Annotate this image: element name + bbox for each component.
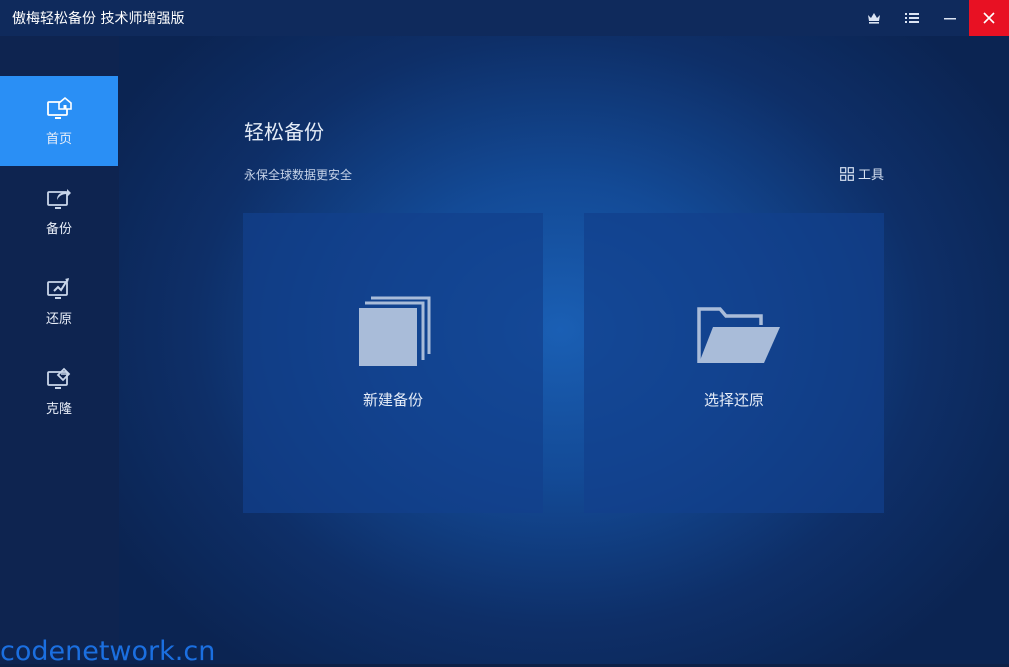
tools-label: 工具 xyxy=(858,168,885,183)
new-backup-card[interactable]: 新建备份 xyxy=(243,213,543,513)
minimize-icon xyxy=(944,18,956,20)
clone-monitor-icon xyxy=(47,367,71,389)
watermark-text: codenetwork.cn xyxy=(0,636,216,667)
app-window: 傲梅轻松备份 技术师增强版 首页 备份 还原 克隆 轻松备份 永保全球数据更安全… xyxy=(0,0,1009,667)
close-button[interactable] xyxy=(969,0,1009,36)
page-title: 轻松备份 xyxy=(244,120,324,144)
tools-button[interactable]: 工具 xyxy=(840,164,884,183)
page-subtitle: 永保全球数据更安全 xyxy=(244,168,353,182)
minimize-button[interactable] xyxy=(931,0,969,36)
sidebar-item-label: 克隆 xyxy=(45,401,72,417)
sidebar-item-label: 首页 xyxy=(45,131,72,147)
menu-list-icon xyxy=(905,13,919,23)
menu-button[interactable] xyxy=(893,0,931,36)
crown-icon xyxy=(868,13,880,24)
close-icon xyxy=(983,12,995,24)
new-backup-label: 新建备份 xyxy=(362,391,423,409)
folder-open-icon xyxy=(697,307,780,363)
select-restore-card[interactable]: 选择还原 xyxy=(584,213,884,513)
upgrade-button[interactable] xyxy=(855,0,893,36)
sidebar: 首页 备份 还原 克隆 xyxy=(0,36,119,664)
sidebar-item-backup[interactable]: 备份 xyxy=(0,166,118,256)
sidebar-item-label: 备份 xyxy=(45,221,72,237)
select-restore-label: 选择还原 xyxy=(703,391,764,409)
new-backup-icon xyxy=(359,296,431,366)
sidebar-item-label: 还原 xyxy=(45,311,72,327)
title-bar: 傲梅轻松备份 技术师增强版 xyxy=(0,0,1009,36)
backup-monitor-icon xyxy=(47,188,71,209)
sidebar-item-clone[interactable]: 克隆 xyxy=(0,346,118,436)
restore-monitor-icon xyxy=(47,277,69,299)
app-title: 傲梅轻松备份 技术师增强版 xyxy=(12,11,185,27)
home-monitor-icon xyxy=(47,96,72,119)
grid-icon xyxy=(840,166,854,181)
sidebar-item-restore[interactable]: 还原 xyxy=(0,256,118,346)
sidebar-item-home[interactable]: 首页 xyxy=(0,76,118,166)
